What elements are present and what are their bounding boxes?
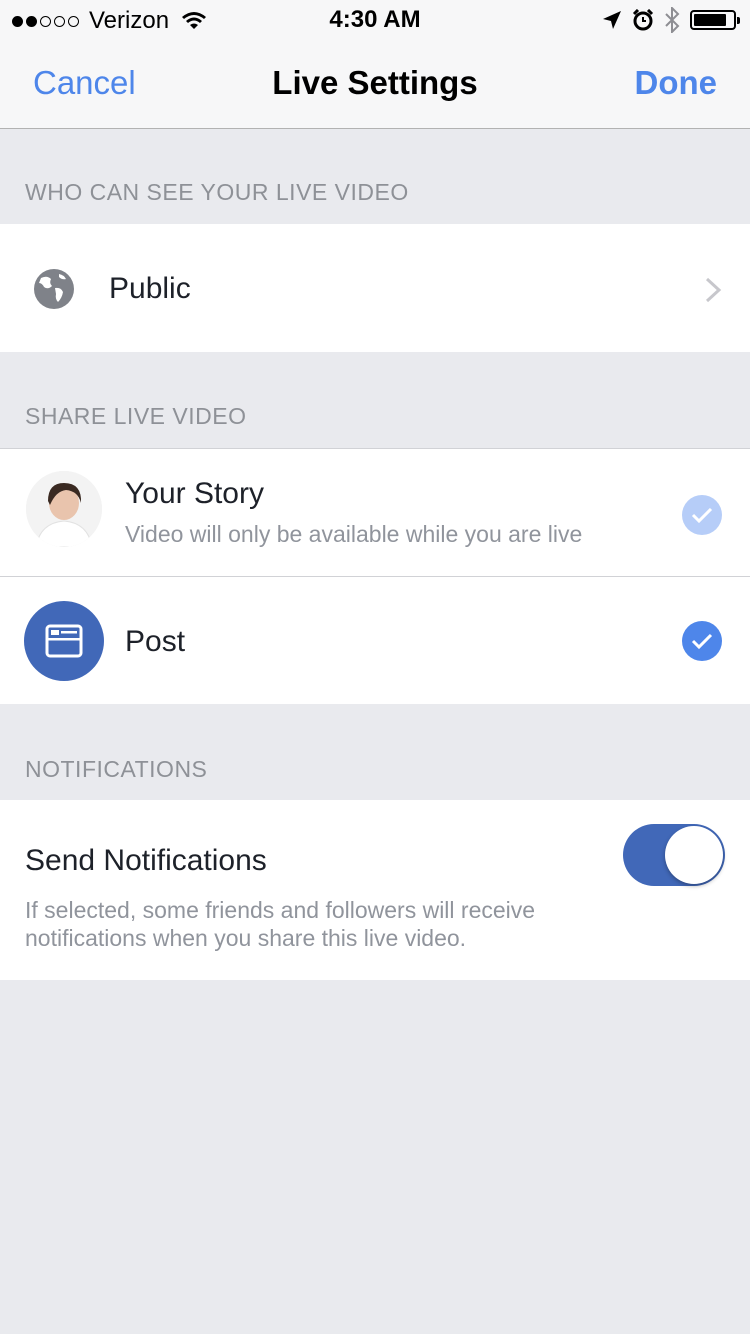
post-icon [24,601,104,681]
toggle-knob [665,826,723,884]
checkmark-icon [691,507,713,524]
your-story-row[interactable]: Your Story Video will only be available … [0,449,750,576]
globe-icon [34,269,74,309]
live-settings-screen: Verizon 4:30 AM Cancel Live Settings Don… [0,0,750,1334]
your-story-title: Your Story [125,477,264,510]
audience-section-header: WHO CAN SEE YOUR LIVE VIDEO [25,179,409,205]
send-notifications-toggle[interactable] [623,824,725,886]
battery-icon [690,10,740,30]
news-feed-icon [45,624,83,658]
notifications-row: Send Notifications If selected, some fri… [0,800,750,980]
chevron-right-icon [705,277,722,303]
post-row[interactable]: Post [0,577,750,704]
notifications-section-header: NOTIFICATIONS [25,756,208,782]
audience-row[interactable]: Public [0,224,750,352]
battery-level [694,14,727,26]
status-bar: Verizon 4:30 AM [0,0,750,40]
story-checkmark-icon[interactable] [682,495,722,535]
bluetooth-icon [665,7,680,33]
audience-label: Public [109,272,191,305]
navigation-bar: Cancel Live Settings Done [0,40,750,129]
send-notifications-label: Send Notifications [25,844,267,877]
done-button[interactable]: Done [635,64,718,102]
alarm-clock-icon [632,9,654,31]
location-arrow-icon [603,11,621,29]
post-title: Post [125,625,186,658]
your-story-subtitle: Video will only be available while you a… [125,521,583,547]
status-right [602,7,740,33]
send-notifications-description: If selected, some friends and followers … [25,897,536,951]
post-checkmark-icon[interactable] [682,621,722,661]
avatar [26,471,102,547]
profile-photo [26,471,102,547]
checkmark-icon [691,633,713,650]
share-section-header: SHARE LIVE VIDEO [25,403,247,429]
